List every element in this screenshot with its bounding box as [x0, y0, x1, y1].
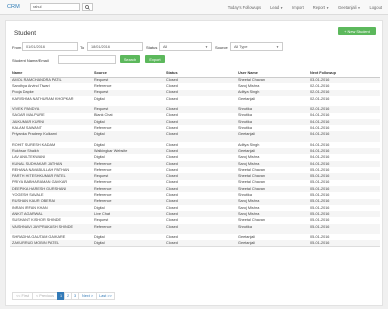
status-cell: Closed [164, 131, 236, 142]
status-cell: Closed [164, 240, 236, 248]
source-select-value: All Type [234, 44, 248, 49]
to-date-input[interactable]: 18/01/2016 [87, 42, 143, 51]
student-name-cell: KARISHMA NATHURAM KHOPKAR [12, 96, 74, 101]
nav-lead-label: Lead [270, 5, 280, 10]
caret-down-icon: ▼ [357, 6, 361, 10]
source-cell: Digital [92, 131, 164, 142]
pagination-first[interactable]: << First [12, 292, 33, 300]
user-name-cell: Geetanjali [236, 240, 308, 248]
nav-todays-followups[interactable]: Today's Followups [228, 5, 261, 10]
nav-report-label: Report [312, 5, 326, 10]
chevron-down-icon: ▼ [205, 44, 208, 49]
table-header-row: Name Source Status User Name Next Followup [10, 69, 380, 78]
user-name-cell: Geetanjali [236, 131, 308, 142]
status-label: Status [146, 45, 158, 50]
export-button[interactable]: Export [145, 55, 165, 63]
student-name-cell: Priyanka Pradeep Kulkarni [10, 131, 92, 142]
new-student-button[interactable]: + New Student [338, 27, 376, 35]
source-select[interactable]: All Type ▼ [230, 42, 283, 51]
from-date-input[interactable]: 01/01/2016 [22, 42, 78, 51]
status-cell: Closed [166, 96, 178, 101]
nav-user-label: Geetanjali [338, 5, 357, 10]
navbar: CRM Today's Followups Lead▼ Import Repor… [0, 0, 388, 15]
user-name-cell: Shrutika [236, 223, 308, 235]
brand-logo[interactable]: CRM [7, 4, 27, 10]
source-cell: Digital [94, 96, 105, 101]
table-body: AMOL RAMCHANDRA PATIL Request Closed Sheeta… [10, 77, 380, 248]
next-followup-cell: 05-01-2016 [308, 240, 380, 248]
user-name-cell: Geetanjali [238, 96, 256, 101]
table-row[interactable]: Priyanka Pradeep Kulkarni Digital Closed Ge… [10, 131, 380, 142]
caret-down-icon: ▼ [326, 6, 330, 10]
student-name-cell: ZAKURRUD MOBIN PATEL [10, 240, 92, 248]
next-followup-cell: 02-01-2016 [310, 96, 330, 101]
nav-logout[interactable]: Logout [369, 5, 382, 10]
app-root: CRM Today's Followups Lead▼ Import Repor… [0, 0, 388, 309]
to-label: To [80, 45, 85, 50]
table-row[interactable]: VAISHNAVI JAYPRAKASH SHINDE Reference Clos… [10, 223, 380, 235]
from-label: From [12, 45, 22, 50]
caret-down-icon: ▼ [280, 6, 284, 10]
column-header[interactable]: Name [10, 69, 92, 78]
column-header[interactable]: Next Followup [308, 69, 380, 78]
pagination: << First < Previous 1 2 3 Next > Last >> [12, 292, 115, 300]
pagination-next[interactable]: Next > [78, 292, 97, 300]
pagination-previous[interactable]: < Previous [32, 292, 58, 300]
nav-lead-menu[interactable]: Lead▼ [270, 5, 283, 10]
nav-import[interactable]: Import [292, 5, 304, 10]
table-row[interactable]: KARISHMA NATHURAM KHOPKAR Digital Closed Ge… [10, 96, 380, 106]
page-title: Student [14, 30, 37, 37]
student-name-label: Student Name/Email [12, 58, 49, 63]
column-header[interactable]: Status [164, 69, 236, 78]
student-panel: Student + New Student From 01/01/2016 To… [5, 20, 383, 306]
student-name-cell: VAISHNAVI JAYPRAKASH SHINDE [10, 223, 92, 235]
search-button[interactable] [82, 3, 93, 11]
nav-links: Today's Followups Lead▼ Import Report▼ G… [219, 0, 382, 15]
table-row[interactable]: ZAKURRUD MOBIN PATEL Digital Closed Geetanj… [10, 240, 380, 248]
source-cell: Digital [92, 240, 164, 248]
column-header[interactable]: User Name [236, 69, 308, 78]
chevron-down-icon: ▼ [276, 44, 279, 49]
next-followup-cell: 05-01-2016 [308, 223, 380, 235]
nav-user-menu[interactable]: Geetanjali▼ [338, 5, 360, 10]
search-icon [85, 4, 90, 10]
nav-report-menu[interactable]: Report▼ [313, 5, 329, 10]
column-header[interactable]: Source [92, 69, 164, 78]
status-cell: Closed [164, 223, 236, 235]
pagination-last[interactable]: Last >> [96, 292, 115, 300]
search-input[interactable] [30, 3, 80, 11]
status-select-value: All [163, 44, 168, 49]
source-label: Source [215, 45, 228, 50]
student-name-input[interactable] [58, 55, 116, 64]
next-followup-cell: 04-01-2016 [308, 131, 380, 142]
students-table: Name Source Status User Name Next Followup A… [10, 69, 380, 248]
status-select[interactable]: All ▼ [159, 42, 212, 51]
source-cell: Reference [92, 223, 164, 235]
search-submit-button[interactable]: Search [120, 55, 140, 63]
